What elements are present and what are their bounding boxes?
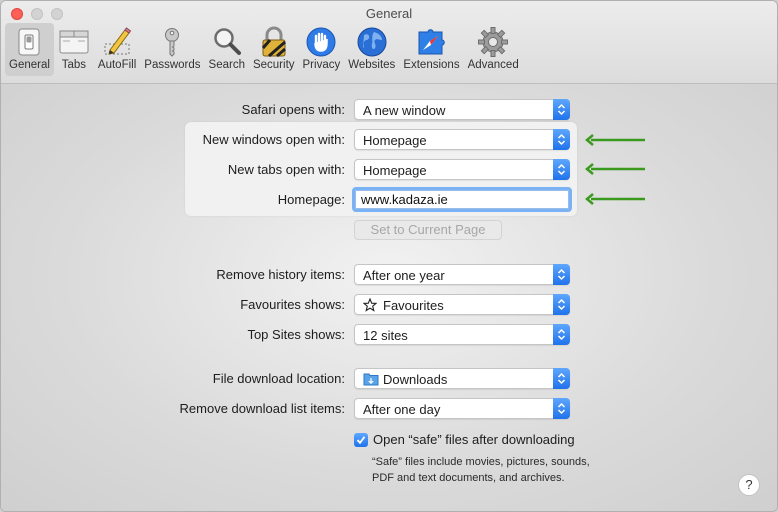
annotation-arrow-icon (585, 193, 645, 205)
chevron-up-down-icon (553, 99, 570, 120)
homepage-input[interactable] (355, 190, 569, 209)
safari-opens-with-row: Safari opens with: A new window (1, 99, 777, 121)
annotation-arrow-icon (585, 163, 645, 175)
safari-opens-with-value: A new window (363, 103, 446, 118)
preferences-toolbar: General Tabs AutoFill Passwords Search S… (5, 23, 523, 79)
window-title: General (365, 6, 413, 21)
remove-download-list-value: After one day (363, 402, 441, 417)
favourites-shows-row: Favourites shows: Favourites (1, 294, 777, 316)
magnifier-icon (214, 28, 241, 55)
pencil-form-icon (104, 27, 132, 55)
chevron-up-down-icon (553, 294, 570, 315)
tab-tabs[interactable]: Tabs (54, 23, 94, 76)
set-current-page-row: Set to Current Page (1, 220, 777, 242)
general-switch-icon (18, 28, 40, 56)
safari-preferences-window: General General Tabs AutoFill Passwords … (0, 0, 778, 512)
top-sites-shows-label: Top Sites shows: (247, 327, 345, 342)
tab-privacy-label: Privacy (302, 59, 341, 71)
star-icon (363, 298, 377, 312)
tab-websites-label: Websites (348, 59, 396, 71)
key-icon (165, 28, 180, 57)
new-windows-label: New windows open with: (202, 132, 345, 147)
tab-websites[interactable]: Websites (344, 23, 399, 76)
remove-download-list-label: Remove download list items: (179, 401, 345, 416)
tab-tabs-label: Tabs (61, 59, 87, 71)
homepage-row: Homepage: (1, 187, 777, 212)
tab-search-label: Search (208, 59, 245, 71)
globe-icon (357, 27, 387, 57)
chevron-up-down-icon (553, 324, 570, 345)
tabs-icon (59, 30, 89, 54)
tab-advanced-label: Advanced (467, 59, 519, 71)
checkmark-icon (356, 436, 366, 445)
remove-download-list-popup[interactable]: After one day (354, 398, 570, 419)
tab-security-label: Security (252, 59, 295, 71)
general-settings-pane: Safari opens with: A new window New wind… (1, 84, 777, 511)
chevron-up-down-icon (553, 368, 570, 389)
safe-files-note: “Safe” files include movies, pictures, s… (372, 456, 590, 484)
tab-advanced[interactable]: Advanced (464, 23, 523, 76)
tab-passwords[interactable]: Passwords (140, 23, 204, 76)
tab-general[interactable]: General (5, 23, 54, 76)
padlock-icon (261, 26, 286, 58)
download-location-value: Downloads (383, 372, 448, 387)
new-tabs-value: Homepage (363, 163, 427, 178)
new-windows-popup[interactable]: Homepage (354, 129, 570, 150)
favourites-shows-label: Favourites shows: (240, 297, 345, 312)
remove-history-label: Remove history items: (216, 267, 345, 282)
favourites-shows-popup[interactable]: Favourites (354, 294, 570, 315)
new-windows-row: New windows open with: Homepage (1, 129, 777, 151)
tab-privacy[interactable]: Privacy (299, 23, 345, 76)
gear-icon (478, 27, 509, 57)
help-button[interactable]: ? (738, 474, 760, 496)
tab-search[interactable]: Search (205, 23, 249, 76)
new-tabs-popup[interactable]: Homepage (354, 159, 570, 180)
tab-security[interactable]: Security (249, 23, 299, 76)
safari-opens-with-popup[interactable]: A new window (354, 99, 570, 120)
tab-autofill[interactable]: AutoFill (94, 23, 140, 76)
chevron-up-down-icon (553, 398, 570, 419)
safari-opens-with-label: Safari opens with: (241, 102, 345, 117)
annotation-arrow-icon (585, 134, 645, 146)
remove-history-row: Remove history items: After one year (1, 264, 777, 286)
favourites-shows-value: Favourites (383, 298, 444, 313)
new-tabs-label: New tabs open with: (227, 162, 345, 177)
tab-general-label: General (9, 59, 50, 71)
puzzle-compass-icon (418, 29, 446, 55)
tab-autofill-label: AutoFill (97, 59, 137, 71)
title-bar: General General Tabs AutoFill Passwords … (1, 1, 777, 84)
tab-extensions[interactable]: Extensions (399, 23, 463, 76)
remove-download-list-row: Remove download list items: After one da… (1, 398, 777, 420)
download-location-label: File download location: (212, 371, 345, 386)
chevron-up-down-icon (553, 159, 570, 180)
homepage-field-focus-ring (352, 187, 572, 212)
remove-history-popup[interactable]: After one year (354, 264, 570, 285)
top-sites-shows-popup[interactable]: 12 sites (354, 324, 570, 345)
download-location-row: File download location: Downloads (1, 368, 777, 390)
chevron-up-down-icon (553, 129, 570, 150)
open-safe-files-label: Open “safe” files after downloading (373, 432, 575, 447)
open-safe-files-row: Open “safe” files after downloading (1, 431, 777, 453)
downloads-folder-icon (363, 373, 379, 386)
download-location-popup[interactable]: Downloads (354, 368, 570, 389)
set-to-current-page-button[interactable]: Set to Current Page (354, 220, 502, 240)
tab-passwords-label: Passwords (144, 59, 201, 71)
new-tabs-row: New tabs open with: Homepage (1, 159, 777, 181)
top-sites-shows-value: 12 sites (363, 328, 408, 343)
remove-history-value: After one year (363, 268, 445, 283)
open-safe-files-checkbox[interactable] (354, 433, 368, 447)
hand-icon (306, 27, 336, 57)
new-windows-value: Homepage (363, 133, 427, 148)
chevron-up-down-icon (553, 264, 570, 285)
tab-extensions-label: Extensions (403, 59, 460, 71)
homepage-label: Homepage: (277, 192, 345, 207)
top-sites-shows-row: Top Sites shows: 12 sites (1, 324, 777, 346)
